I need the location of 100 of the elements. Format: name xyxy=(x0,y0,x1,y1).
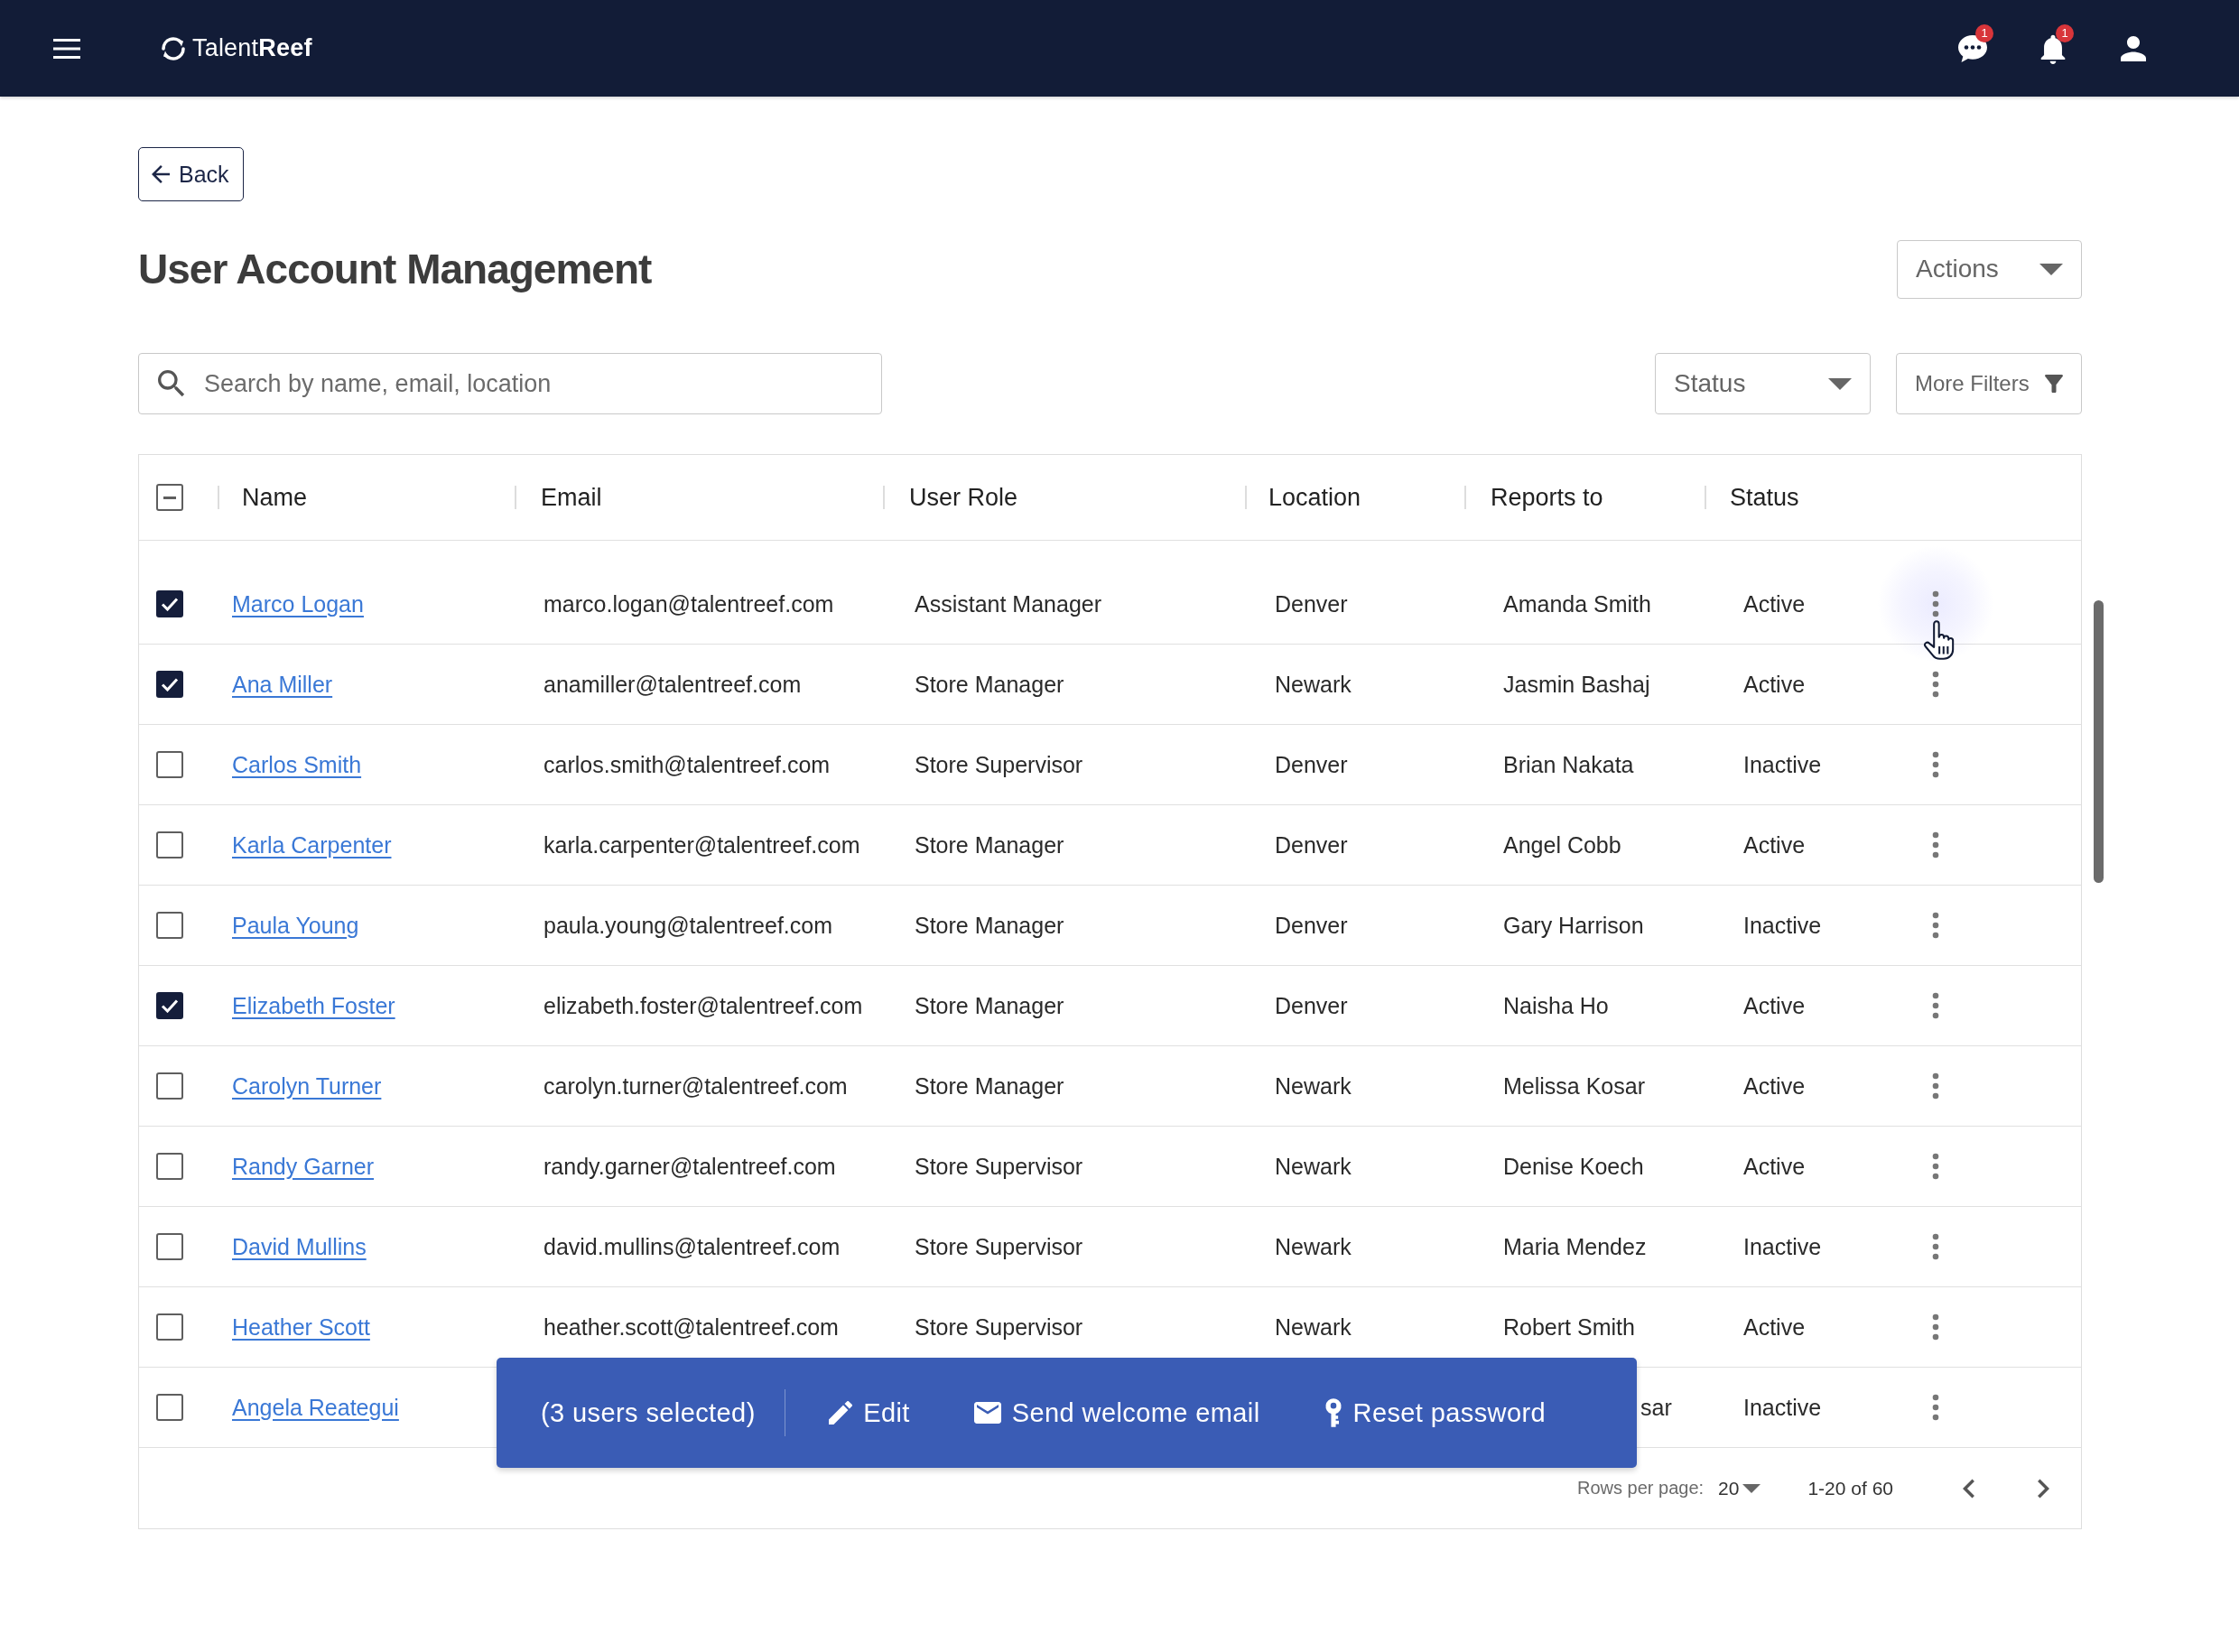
status-text: Active xyxy=(1743,1072,1806,1100)
more-vertical-icon xyxy=(1932,831,1939,858)
status-text: Inactive xyxy=(1743,1394,1822,1421)
row-checkbox[interactable] xyxy=(156,1313,183,1341)
reset-password-button[interactable]: Reset password xyxy=(1313,1381,1557,1444)
user-name-link[interactable]: Ana Miller xyxy=(232,671,333,698)
key-icon xyxy=(1324,1398,1342,1427)
manager-name-text: Robert Smith xyxy=(1503,1313,1635,1341)
email-text: randy.garner@talentreef.com xyxy=(543,1153,836,1180)
user-role-text: Store Manager xyxy=(915,831,1064,858)
manager-name-text: Gary Harrison xyxy=(1503,912,1644,939)
user-role-text: Store Supervisor xyxy=(915,1313,1083,1341)
more-vertical-icon xyxy=(1932,1072,1939,1100)
status-text: Inactive xyxy=(1743,751,1822,778)
caret-down-icon xyxy=(1742,1483,1761,1493)
selected-count-text: (3 users selected) xyxy=(541,1397,756,1428)
email-text: david.mullins@talentreef.com xyxy=(543,1233,841,1260)
manager-name-text: Denise Koech xyxy=(1503,1153,1644,1180)
user-name-link[interactable]: Paula Young xyxy=(232,912,359,939)
email-text: marco.logan@talentreef.com xyxy=(543,590,834,617)
user-name-link[interactable]: Angela Reategui xyxy=(232,1394,399,1421)
email-text: carlos.smith@talentreef.com xyxy=(543,751,831,778)
user-name-link[interactable]: Heather Scott xyxy=(232,1313,370,1341)
email-text: elizabeth.foster@talentreef.com xyxy=(543,992,863,1019)
user-name-link[interactable]: Elizabeth Foster xyxy=(232,992,395,1019)
scrollbar-thumb[interactable] xyxy=(2094,600,2104,883)
more-vertical-icon xyxy=(1932,1153,1939,1180)
location-text: Denver xyxy=(1275,831,1348,858)
user-name-link[interactable]: Randy Garner xyxy=(232,1153,375,1180)
more-vertical-icon xyxy=(1932,1394,1939,1421)
select-all-checkbox[interactable] xyxy=(156,484,183,511)
send-email-button[interactable]: Send welcome email xyxy=(962,1381,1271,1444)
more-vertical-icon xyxy=(1932,1313,1939,1341)
notification-badge: 1 xyxy=(1975,23,1993,42)
minus-icon xyxy=(163,496,176,499)
notification-badge: 1 xyxy=(2056,23,2074,42)
more-vertical-icon xyxy=(1932,912,1939,939)
user-name-link[interactable]: David Mullins xyxy=(232,1233,367,1260)
row-checkbox[interactable] xyxy=(156,1072,183,1100)
search-field[interactable]: Search by name, email, location xyxy=(138,353,882,414)
rows-per-page-select[interactable]: 20 xyxy=(1714,1473,1765,1503)
status-text: Active xyxy=(1743,831,1806,858)
circular-arrows-icon xyxy=(160,34,187,62)
column-header: Email xyxy=(515,483,883,512)
manager-name-text: Jasmin Bashaj xyxy=(1503,671,1650,698)
status-dropdown[interactable]: Status xyxy=(1655,353,1871,414)
page-title: User Account Management xyxy=(138,245,652,293)
location-text: Newark xyxy=(1275,1072,1352,1100)
user-role-text: Store Supervisor xyxy=(915,1233,1083,1260)
manager-name-text: Naisha Ho xyxy=(1503,992,1609,1019)
row-checkbox[interactable] xyxy=(156,671,183,698)
user-role-text: Store Manager xyxy=(915,671,1064,698)
page-range-text: 1-20 of 60 xyxy=(1807,1477,1893,1499)
search-icon xyxy=(158,370,185,397)
row-checkbox[interactable] xyxy=(156,1233,183,1260)
status-text: Inactive xyxy=(1743,1233,1822,1260)
location-text: Newark xyxy=(1275,671,1352,698)
manager-name-text: Angel Cobb xyxy=(1503,831,1621,858)
more-vertical-icon xyxy=(1932,751,1939,778)
user-name-link[interactable]: Carolyn Turner xyxy=(232,1072,382,1100)
column-header: Reports to xyxy=(1464,483,1705,512)
manager-name-text: Brian Nakata xyxy=(1503,751,1634,778)
email-text: carolyn.turner@talentreef.com xyxy=(543,1072,848,1100)
envelope-icon xyxy=(973,1402,1001,1424)
more-vertical-icon xyxy=(1932,1233,1939,1260)
check-icon xyxy=(161,998,179,1013)
edit-button[interactable]: Edit xyxy=(818,1381,921,1444)
check-icon xyxy=(161,677,179,691)
check-icon xyxy=(161,597,179,611)
manager-name-text: Amanda Smith xyxy=(1503,590,1651,617)
chevron-left-icon xyxy=(1963,1478,1975,1499)
row-checkbox[interactable] xyxy=(156,1394,183,1421)
chevron-right-icon xyxy=(2037,1478,2049,1499)
column-header: Location xyxy=(1245,483,1464,512)
more-filters-button[interactable]: More Filters xyxy=(1896,353,2082,414)
row-checkbox[interactable] xyxy=(156,831,183,858)
user-name-link[interactable]: Carlos Smith xyxy=(232,751,362,778)
menu-icon xyxy=(53,38,80,59)
rows-per-page-label: Rows per page: xyxy=(1577,1478,1705,1499)
user-name-link[interactable]: Marco Logan xyxy=(232,590,364,617)
location-text: Denver xyxy=(1275,992,1348,1019)
back-button[interactable]: Back xyxy=(138,147,244,201)
actions-dropdown[interactable]: Actions xyxy=(1897,239,2082,299)
row-checkbox[interactable] xyxy=(156,912,183,939)
row-checkbox[interactable] xyxy=(156,590,183,617)
status-text: Active xyxy=(1743,1153,1806,1180)
row-checkbox[interactable] xyxy=(156,992,183,1019)
email-text: paula.young@talentreef.com xyxy=(543,912,833,939)
status-text: Active xyxy=(1743,590,1806,617)
row-checkbox[interactable] xyxy=(156,751,183,778)
user-role-text: Store Manager xyxy=(915,912,1064,939)
row-checkbox[interactable] xyxy=(156,1153,183,1180)
user-role-text: Assistant Manager xyxy=(915,590,1102,617)
user-name-link[interactable]: Karla Carpenter xyxy=(232,831,392,858)
email-text: heather.scott@talentreef.com xyxy=(543,1313,839,1341)
location-text: Newark xyxy=(1275,1233,1352,1260)
location-text: Newark xyxy=(1275,1153,1352,1180)
caret-down-icon xyxy=(1828,377,1852,390)
location-text: Denver xyxy=(1275,751,1348,778)
location-text: Denver xyxy=(1275,590,1348,617)
